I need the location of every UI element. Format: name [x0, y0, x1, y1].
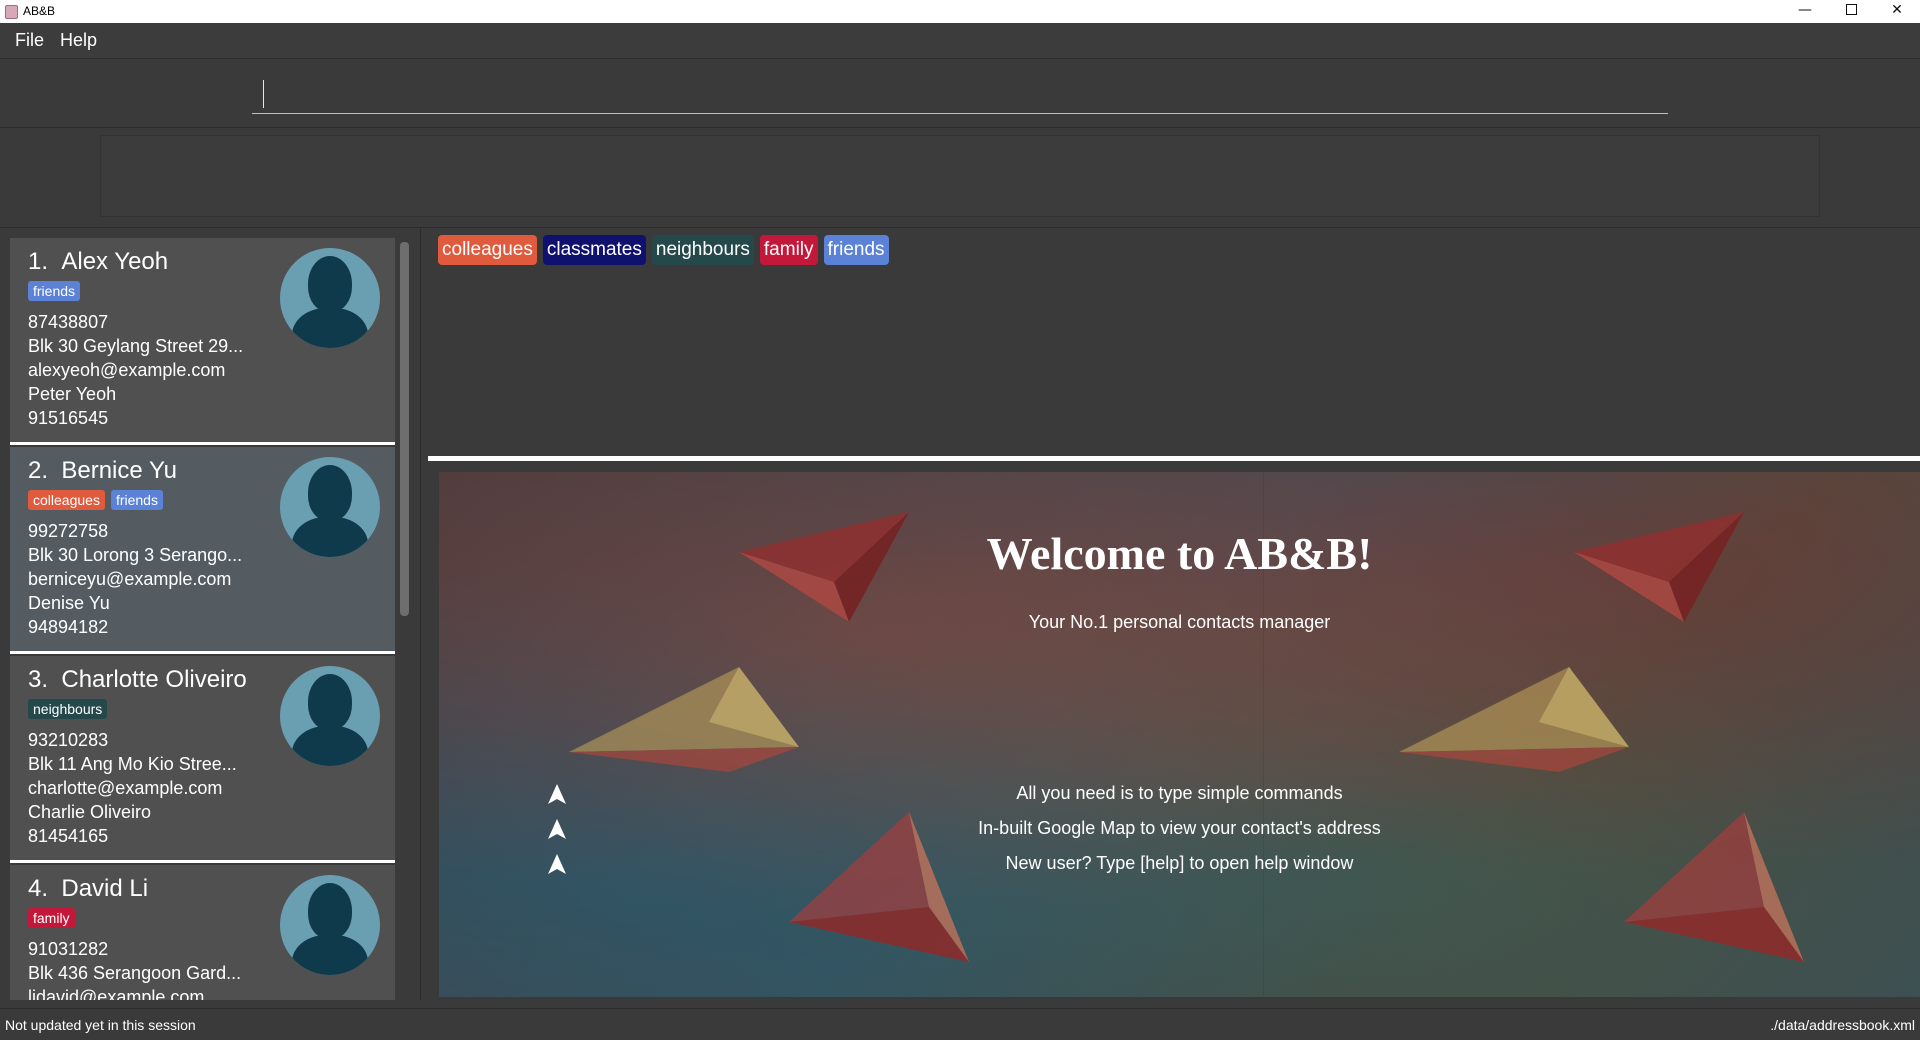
person-address: Blk 436 Serangoon Gard...	[28, 963, 242, 983]
paper-plane-icon	[1399, 667, 1629, 772]
command-input[interactable]	[252, 78, 1668, 114]
tag-colleagues[interactable]: colleagues	[438, 235, 537, 265]
sync-status: Not updated yet in this session	[5, 1017, 196, 1033]
tag-badge: neighbours	[28, 699, 108, 719]
text-caret	[263, 80, 264, 108]
person-name: 2. Bernice Yu	[28, 457, 177, 484]
menu-file[interactable]: File	[15, 30, 44, 51]
person-card[interactable]: 1. Alex Yeoh friends 87438807 Blk 30 Gey…	[10, 238, 395, 445]
result-display	[100, 135, 1820, 217]
person-tags: colleagues friends	[28, 490, 163, 510]
avatar-head	[308, 465, 352, 521]
avatar-body	[292, 308, 368, 348]
status-bar: Not updated yet in this session ./data/a…	[0, 1008, 1920, 1040]
tag-friends[interactable]: friends	[823, 235, 889, 265]
command-box-area	[0, 59, 1920, 128]
maximize-icon	[1845, 4, 1857, 15]
maximize-button[interactable]	[1828, 0, 1874, 23]
tag-badge: friends	[28, 281, 81, 301]
result-display-area	[0, 128, 1920, 228]
tag-family[interactable]: family	[759, 235, 818, 265]
avatar	[280, 875, 380, 975]
tag-badge: friends	[110, 490, 163, 510]
person-email: alexyeoh@example.com	[28, 360, 226, 380]
person-address: Blk 30 Lorong 3 Serango...	[28, 545, 243, 565]
split-divider[interactable]	[428, 456, 1920, 461]
save-location: ./data/addressbook.xml	[1770, 1017, 1915, 1033]
person-card[interactable]: 2. Bernice Yu colleagues friends 9927275…	[10, 447, 395, 654]
person-phone: 99272758	[28, 521, 109, 541]
person-card[interactable]: 3. Charlotte Oliveiro neighbours 9321028…	[10, 656, 395, 863]
emergency-contact-name: Charlie Oliveiro	[28, 802, 152, 822]
avatar-body	[292, 935, 368, 975]
list-scrollbar[interactable]	[400, 242, 409, 616]
person-name: 1. Alex Yeoh	[28, 248, 169, 275]
avatar-head	[308, 883, 352, 939]
person-phone: 91031282	[28, 939, 109, 959]
person-email: berniceyu@example.com	[28, 569, 232, 589]
avatar	[280, 248, 380, 348]
person-email: lidavid@example.com	[28, 987, 205, 1000]
welcome-subtitle: Your No.1 personal contacts manager	[1028, 612, 1331, 632]
person-address: Blk 11 Ang Mo Kio Stree...	[28, 754, 237, 774]
person-name: 3. Charlotte Oliveiro	[28, 666, 247, 693]
person-card[interactable]: 4. David Li family 91031282 Blk 436 Sera…	[10, 865, 395, 1000]
avatar-head	[308, 256, 352, 312]
person-list-panel: 1. Alex Yeoh friends 87438807 Blk 30 Gey…	[0, 228, 421, 1000]
avatar-head	[308, 674, 352, 730]
tag-neighbours[interactable]: neighbours	[651, 235, 754, 265]
tag-list: colleagues classmates neighbours family …	[438, 235, 889, 265]
person-tags: family	[28, 908, 75, 928]
person-list[interactable]: 1. Alex Yeoh friends 87438807 Blk 30 Gey…	[10, 238, 395, 1000]
person-phone: 93210283	[28, 730, 109, 750]
minimize-button[interactable]: —	[1782, 0, 1828, 23]
person-tags: neighbours	[28, 699, 108, 719]
avatar-body	[292, 517, 368, 557]
app-icon	[5, 5, 18, 19]
feature-item: In-built Google Map to view your contact…	[978, 818, 1381, 838]
person-name: 4. David Li	[28, 875, 149, 902]
title-bar: AB&B — ✕	[0, 0, 1920, 23]
emergency-contact-phone: 81454165	[28, 826, 109, 846]
feature-item: All you need is to type simple commands	[1016, 783, 1343, 803]
avatar	[280, 457, 380, 557]
emergency-contact-phone: 94894182	[28, 617, 109, 637]
menu-bar: File Help	[0, 23, 1920, 59]
browser-panel: Welcome to AB&B! Your No.1 personal cont…	[439, 472, 1920, 997]
avatar	[280, 666, 380, 766]
tag-badge: family	[28, 908, 75, 928]
person-phone: 87438807	[28, 312, 109, 332]
emergency-contact-phone: 91516545	[28, 408, 109, 428]
avatar-body	[292, 726, 368, 766]
person-address: Blk 30 Geylang Street 29...	[28, 336, 244, 356]
person-email: charlotte@example.com	[28, 778, 223, 798]
tag-bar: colleagues classmates neighbours family …	[428, 228, 1920, 456]
feature-item: New user? Type [help] to open help windo…	[1005, 853, 1354, 873]
emergency-contact-name: Denise Yu	[28, 593, 110, 613]
emergency-contact-name: Peter Yeoh	[28, 384, 117, 404]
paper-plane-icon	[569, 667, 799, 772]
welcome-title: Welcome to AB&B!	[986, 528, 1373, 579]
person-tags: friends	[28, 281, 81, 301]
tag-badge: colleagues	[28, 490, 105, 510]
tag-classmates[interactable]: classmates	[542, 235, 646, 265]
close-button[interactable]: ✕	[1874, 0, 1920, 23]
window-title: AB&B	[23, 4, 56, 18]
menu-help[interactable]: Help	[60, 30, 97, 51]
